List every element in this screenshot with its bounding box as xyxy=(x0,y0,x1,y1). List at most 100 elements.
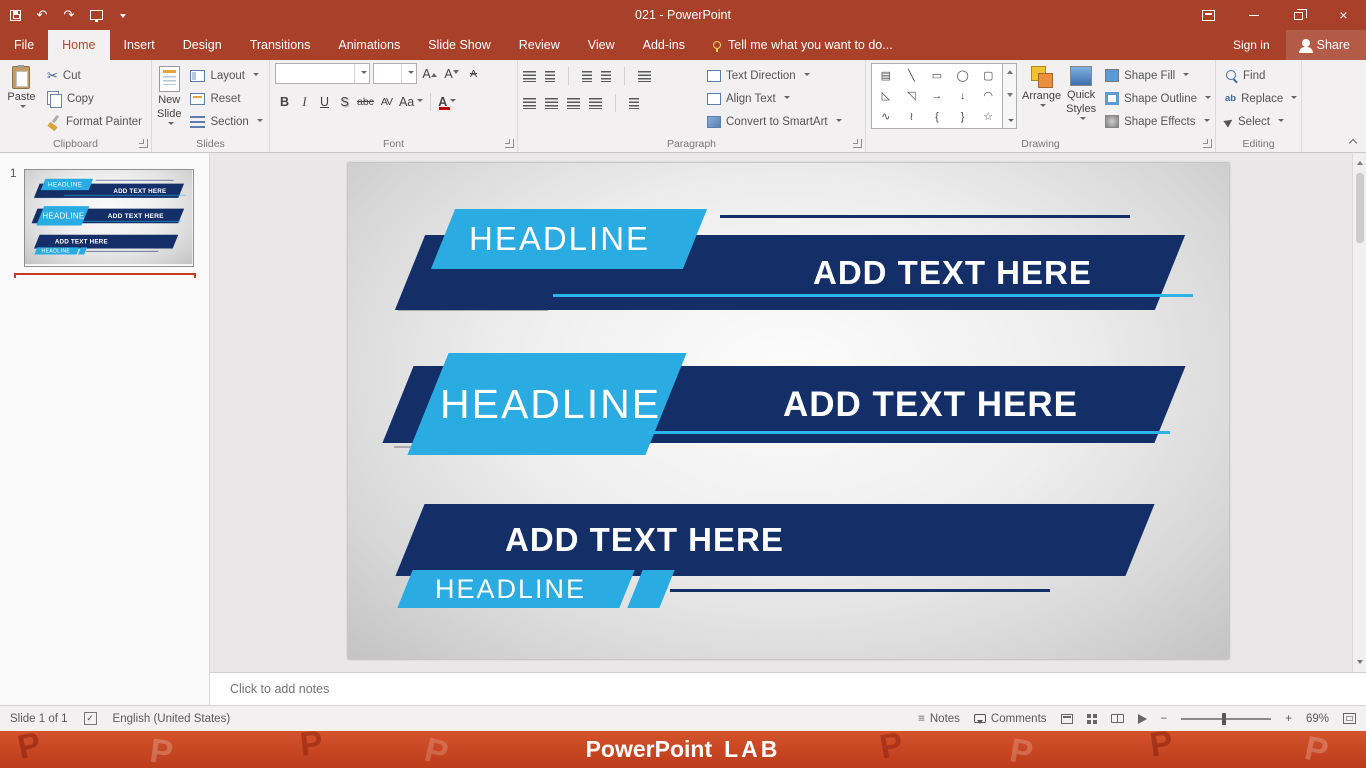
decrease-font-size-button[interactable]: A xyxy=(442,64,461,84)
language-button[interactable]: English (United States) xyxy=(113,713,231,725)
zoom-out-button[interactable]: − xyxy=(1161,713,1168,725)
tab-design[interactable]: Design xyxy=(169,30,236,60)
scroll-up-icon[interactable] xyxy=(1006,67,1013,74)
increase-indent-button[interactable] xyxy=(601,70,611,82)
justify-button[interactable] xyxy=(589,97,602,109)
find-button[interactable]: Find xyxy=(1221,64,1296,87)
slide-canvas[interactable]: ADD TEXT HERE HEADLINE ADD TEXT HERE HEA… xyxy=(347,163,1229,659)
shape-outline-button[interactable]: Shape Outline xyxy=(1101,87,1215,110)
strikethrough-button[interactable]: abc xyxy=(355,92,376,112)
bold-button[interactable]: B xyxy=(275,92,294,112)
banner1-add-text[interactable]: ADD TEXT HERE xyxy=(813,235,1092,310)
collapse-ribbon-icon[interactable] xyxy=(1348,138,1358,148)
italic-button[interactable]: I xyxy=(295,92,314,112)
shape-arc-icon[interactable]: ◠ xyxy=(983,89,993,102)
normal-view-button[interactable] xyxy=(1060,713,1073,724)
slide-thumbnail[interactable]: ADD TEXT HERE HEADLINE ADD TEXT HERE HEA… xyxy=(24,169,194,267)
replace-button[interactable]: ab Replace xyxy=(1221,87,1298,110)
align-right-button[interactable] xyxy=(567,97,580,109)
align-left-button[interactable] xyxy=(523,97,536,109)
banner3-add-text[interactable]: ADD TEXT HERE xyxy=(505,504,784,576)
shape-table-icon[interactable]: ▤ xyxy=(881,69,891,82)
fit-to-window-button[interactable] xyxy=(1343,713,1356,724)
font-name-dropdown[interactable] xyxy=(354,64,369,83)
reset-button[interactable]: Reset xyxy=(186,87,266,110)
font-name-combobox[interactable] xyxy=(275,63,370,84)
maximize-button[interactable] xyxy=(1276,0,1321,30)
share-button[interactable]: Share xyxy=(1285,30,1366,60)
tab-slide-show[interactable]: Slide Show xyxy=(414,30,505,60)
shape-arrow-down-icon[interactable]: ↓ xyxy=(960,90,966,102)
clipboard-dialog-launcher-icon[interactable] xyxy=(139,139,148,148)
convert-to-smartart-button[interactable]: Convert to SmartArt xyxy=(703,110,846,133)
shape-effects-button[interactable]: Shape Effects xyxy=(1101,110,1215,133)
paste-button[interactable]: Paste xyxy=(5,63,38,135)
numbering-button[interactable] xyxy=(545,70,555,82)
banner3-headline-shape[interactable]: HEADLINE xyxy=(396,570,635,608)
save-button[interactable] xyxy=(8,0,22,30)
banner2-headline-text[interactable]: HEADLINE xyxy=(428,353,666,455)
banner1-headline-text[interactable]: HEADLINE xyxy=(443,209,695,269)
customize-qat-button[interactable] xyxy=(116,0,130,30)
zoom-in-button[interactable]: + xyxy=(1285,713,1292,725)
notes-placeholder[interactable]: Click to add notes xyxy=(210,673,1366,706)
drawing-dialog-launcher-icon[interactable] xyxy=(1203,139,1212,148)
arrange-button[interactable]: Arrange xyxy=(1022,63,1061,135)
shape-gallery-scrollbar[interactable] xyxy=(1003,63,1017,129)
comments-toggle-button[interactable]: Comments xyxy=(973,713,1047,725)
font-size-dropdown[interactable] xyxy=(401,64,416,83)
shape-arrow-right-icon[interactable]: → xyxy=(931,90,942,102)
cut-button[interactable]: ✂ Cut xyxy=(43,64,146,87)
tab-animations[interactable]: Animations xyxy=(324,30,414,60)
select-button[interactable]: Select xyxy=(1221,110,1296,133)
shape-rectangle-icon[interactable]: ▭ xyxy=(932,69,942,82)
text-shadow-button[interactable]: S xyxy=(335,92,354,112)
banner1-cyan-line[interactable] xyxy=(63,194,186,196)
tab-file[interactable]: File xyxy=(0,30,48,60)
shape-right-triangle-icon[interactable]: ◺ xyxy=(882,89,890,102)
banner2-headline-text[interactable]: HEADLINE xyxy=(40,206,85,225)
paragraph-dialog-launcher-icon[interactable] xyxy=(853,139,862,148)
banner2-headline-shape[interactable]: HEADLINE xyxy=(406,353,687,455)
text-direction-button[interactable]: Text Direction xyxy=(703,64,846,87)
character-spacing-button[interactable]: AV xyxy=(377,92,396,112)
notes-pane[interactable]: Click to add notes xyxy=(210,672,1366,705)
tab-view[interactable]: View xyxy=(574,30,629,60)
banner1-headline-shape[interactable]: HEADLINE xyxy=(40,178,94,191)
tab-transitions[interactable]: Transitions xyxy=(236,30,325,60)
format-painter-button[interactable]: Format Painter xyxy=(43,110,146,133)
banner3-navy-line[interactable] xyxy=(86,250,159,252)
slide-sorter-view-button[interactable] xyxy=(1086,713,1097,724)
slide-indicator[interactable]: Slide 1 of 1 xyxy=(10,713,68,725)
undo-button[interactable]: ↶ xyxy=(35,0,49,30)
shape-rounded-rectangle-icon[interactable]: ▢ xyxy=(983,69,993,82)
spell-check-button[interactable]: ✓ xyxy=(83,712,97,725)
shape-line-icon[interactable]: ╲ xyxy=(908,69,915,82)
shape-oval-icon[interactable]: ◯ xyxy=(956,69,968,82)
shape-curve-icon[interactable]: ∿ xyxy=(881,110,890,123)
banner1-top-line[interactable] xyxy=(719,215,1130,218)
banner1-add-text[interactable]: ADD TEXT HERE xyxy=(113,184,166,198)
banner1-headline-text[interactable]: HEADLINE xyxy=(43,179,91,190)
banner3-headline-text[interactable]: HEADLINE xyxy=(405,570,627,608)
font-dialog-launcher-icon[interactable] xyxy=(505,139,514,148)
align-text-button[interactable]: Align Text xyxy=(703,87,846,110)
tab-home[interactable]: Home xyxy=(48,30,110,60)
notes-toggle-button[interactable]: ≡ Notes xyxy=(918,713,960,725)
increase-font-size-button[interactable]: A xyxy=(420,64,439,84)
zoom-level-button[interactable]: 69% xyxy=(1306,713,1329,725)
tell-me-box[interactable]: Tell me what you want to do... xyxy=(699,30,907,60)
shape-brace-right-icon[interactable]: } xyxy=(961,111,965,123)
slideshow-view-button[interactable] xyxy=(1137,713,1147,724)
change-case-button[interactable]: Aa xyxy=(397,92,425,112)
tab-add-ins[interactable]: Add-ins xyxy=(629,30,699,60)
reading-view-button[interactable] xyxy=(1110,714,1124,723)
shape-brace-left-icon[interactable]: { xyxy=(935,111,939,123)
underline-button[interactable]: U xyxy=(315,92,334,112)
redo-button[interactable]: ↷ xyxy=(62,0,76,30)
tab-review[interactable]: Review xyxy=(505,30,574,60)
font-color-button[interactable]: A xyxy=(436,92,458,112)
scroll-down-icon[interactable] xyxy=(1356,660,1363,667)
banner3-headline-shape[interactable]: HEADLINE xyxy=(34,247,80,255)
shape-fill-button[interactable]: Shape Fill xyxy=(1101,64,1215,87)
